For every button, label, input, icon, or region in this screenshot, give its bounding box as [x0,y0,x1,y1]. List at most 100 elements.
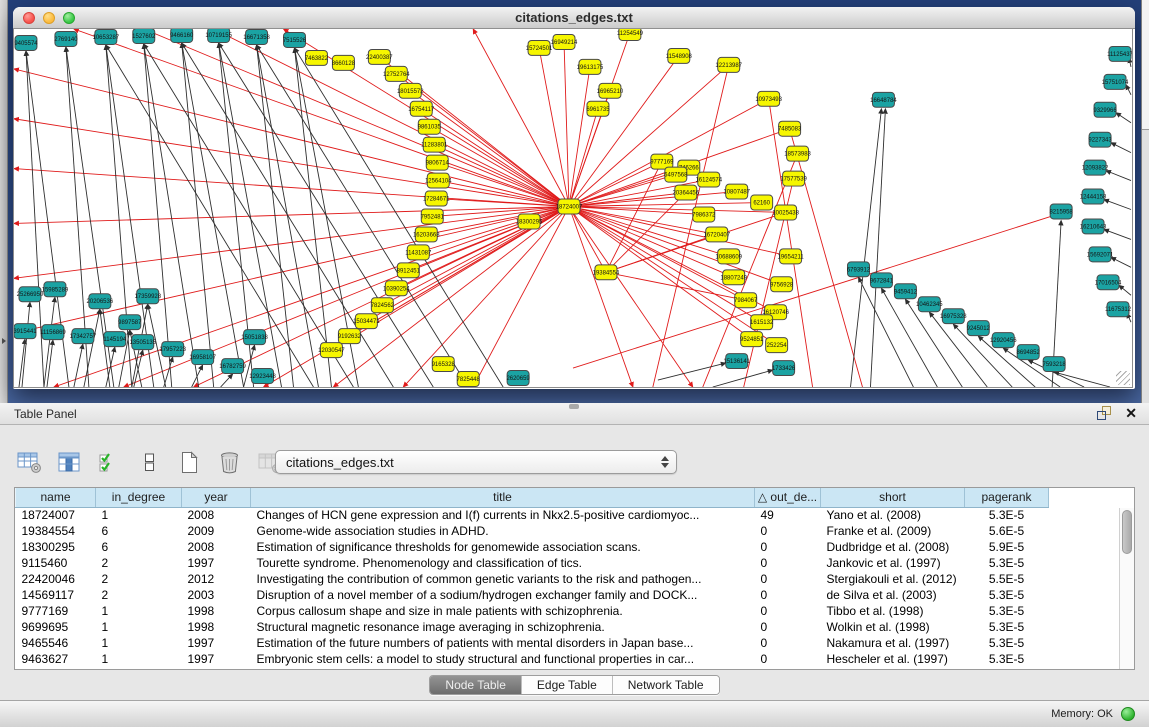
graph-node[interactable]: 16210643 [1080,219,1107,234]
cell-title[interactable]: Estimation of significance thresholds fo… [251,539,755,555]
cell-name[interactable]: 9463627 [16,651,96,667]
graph-node[interactable]: 11548908 [666,48,693,63]
graph-node[interactable]: 11675312 [1105,302,1132,317]
graph-node[interactable]: 10390254 [383,281,410,296]
graph-node[interactable]: 2620659 [506,371,530,386]
graph-node[interactable]: 17016504 [1095,275,1122,290]
float-panel-icon[interactable] [1097,406,1111,420]
cell-pagerank[interactable]: 5.3E-5 [965,619,1049,635]
graph-node[interactable]: 11125437 [1107,46,1132,61]
graph-node[interactable]: 17577539 [780,171,807,186]
cell-title[interactable]: Investigating the contribution of common… [251,571,755,587]
cell-title[interactable]: Embryonic stem cells: a model to study s… [251,651,755,667]
graph-node[interactable]: 11254549 [617,29,644,40]
graph-node[interactable]: 16203668 [413,227,440,242]
graph-node[interactable]: 10025438 [772,205,799,220]
graph-node[interactable]: 12923448 [249,369,276,384]
graph-node[interactable]: 7825448 [457,372,481,387]
scrollbar-thumb[interactable] [1122,510,1132,554]
cell-title[interactable]: Estimation of the future numbers of pati… [251,635,755,651]
cell-in_degree[interactable]: 1 [96,507,182,523]
tab-network-table[interactable]: Network Table [612,676,719,694]
graph-node[interactable]: 10719155 [205,29,232,42]
graph-node[interactable]: 11283801 [421,137,448,152]
cell-name[interactable]: 14569117 [16,587,96,603]
cell-pagerank[interactable]: 5.9E-5 [965,539,1049,555]
cell-short[interactable]: Tibbo et al. (1998) [821,603,965,619]
graph-node[interactable]: 9756928 [770,277,794,292]
graph-node[interactable]: 19654211 [778,249,805,264]
table-row[interactable]: 946554611997Estimation of the future num… [16,635,1120,651]
network-view-window[interactable]: citations_edges.txt 94055742769140106532… [13,7,1135,389]
graph-node[interactable]: 9192632 [338,329,362,344]
graph-node[interactable]: 9524851 [740,332,764,347]
graph-node[interactable]: 16648784 [870,92,897,107]
cell-out_degree[interactable]: 0 [755,587,821,603]
cell-pagerank[interactable]: 5.3E-5 [965,555,1049,571]
graph-node[interactable]: 16975328 [940,309,967,324]
graph-node[interactable]: 17957223 [159,342,186,357]
graph-node[interactable]: 12444158 [1080,189,1107,204]
graph-node[interactable]: 15724501 [526,40,553,55]
graph-node[interactable]: 16671358 [243,29,270,44]
graph-node[interactable]: 17359928 [134,289,161,304]
graph-node[interactable]: 15034471 [353,314,380,329]
table-selector-combo[interactable]: citations_edges.txt [275,450,677,474]
window-resize-handle[interactable] [1116,371,1130,385]
cell-title[interactable]: Disruption of a novel member of a sodium… [251,587,755,603]
column-header-short[interactable]: short [821,488,965,507]
graph-node[interactable]: 12920456 [990,333,1017,348]
cell-short[interactable]: de Silva et al. (2003) [821,587,965,603]
table-row[interactable]: 946362711997Embryonic stem cells: a mode… [16,651,1120,667]
cell-out_degree[interactable]: 0 [755,651,821,667]
cell-short[interactable]: Dudbridge et al. (2008) [821,539,965,555]
cell-pagerank[interactable]: 5.6E-5 [965,523,1049,539]
cell-name[interactable]: 18724007 [16,507,96,523]
graph-node[interactable]: 20206536 [87,294,114,309]
cell-name[interactable]: 19384554 [16,523,96,539]
graph-node[interactable]: 9897587 [118,315,142,330]
graph-node[interactable]: 9459412 [894,284,918,299]
graph-node[interactable]: 9672841 [870,273,894,288]
memory-status-light-icon[interactable] [1121,707,1135,721]
table-row[interactable]: 911546021997Tourette syndrome. Phenomeno… [16,555,1120,571]
cell-out_degree[interactable]: 0 [755,635,821,651]
cell-title[interactable]: Changes of HCN gene expression and I(f) … [251,507,755,523]
graph-node[interactable]: 1733426 [772,361,796,376]
graph-node[interactable]: 9329966 [1093,102,1117,117]
graph-node[interactable]: 9861035 [418,119,442,134]
graph-node[interactable]: 8215958 [1049,204,1073,219]
cell-in_degree[interactable]: 1 [96,651,182,667]
cell-short[interactable]: Nakamura et al. (1997) [821,635,965,651]
column-header-pagerank[interactable]: pagerank [965,488,1049,507]
close-panel-icon[interactable]: ✕ [1125,406,1137,420]
graph-node[interactable]: 9466160 [170,29,194,42]
graph-node[interactable]: 9227343 [1088,132,1112,147]
graph-node[interactable]: 10807487 [723,184,750,199]
cell-title[interactable]: Corpus callosum shape and size in male p… [251,603,755,619]
table-row[interactable]: 969969511998Structural magnetic resonanc… [16,619,1120,635]
graph-node[interactable]: 8912451 [397,263,421,278]
table-scrollbar[interactable] [1119,508,1134,669]
cell-pagerank[interactable]: 5.3E-5 [965,507,1049,523]
table-row[interactable]: 1872400712008Changes of HCN gene express… [16,507,1120,523]
select-columns-icon[interactable] [56,450,82,474]
cell-pagerank[interactable]: 5.3E-5 [965,635,1049,651]
cell-short[interactable]: Hescheler et al. (1997) [821,651,965,667]
graph-node[interactable]: 16965210 [597,83,624,98]
graph-node[interactable]: 17342757 [70,329,97,344]
table-row[interactable]: 1456911722003Disruption of a novel membe… [16,587,1120,603]
cell-name[interactable]: 9115460 [16,555,96,571]
graph-node[interactable]: 11156869 [40,325,66,340]
cell-short[interactable]: Franke et al. (2009) [821,523,965,539]
graph-node[interactable]: 18724007 [556,199,583,214]
new-table-icon[interactable] [176,450,202,474]
window-titlebar[interactable]: citations_edges.txt [13,7,1135,29]
graph-node[interactable]: 16782759 [219,359,246,374]
graph-node[interactable]: 19384554 [593,265,620,280]
column-header-name[interactable]: name [16,488,96,507]
graph-node[interactable]: 3915441 [14,324,37,339]
network-canvas[interactable]: 9405574276914010653287152760294661601071… [13,29,1133,388]
graph-node[interactable]: 15136141 [723,354,750,369]
graph-node[interactable]: 15985289 [42,282,69,297]
